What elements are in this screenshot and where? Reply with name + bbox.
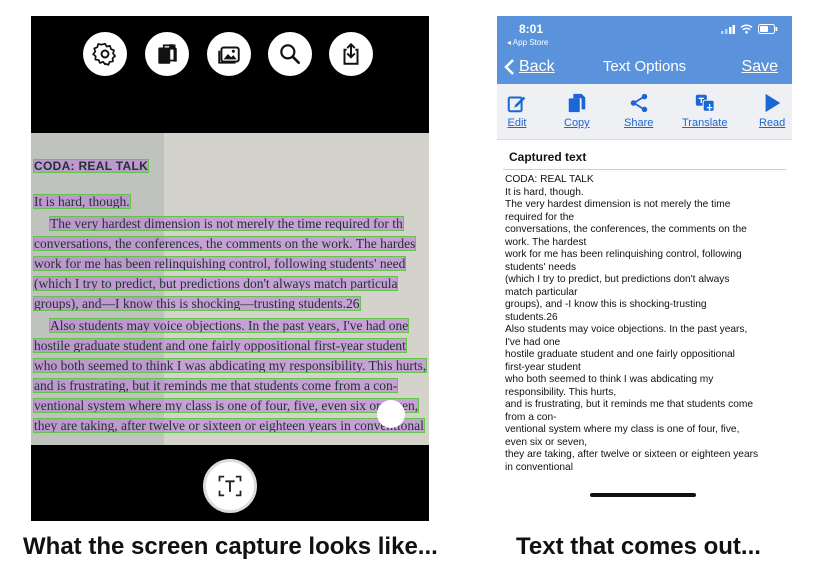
- edit-label: Edit: [507, 117, 527, 129]
- captured-line: CODA: REAL TALK: [505, 174, 594, 185]
- viewfinder-line: (which I try to predict, but predictions…: [33, 276, 399, 291]
- copy-button[interactable]: Copy: [564, 92, 590, 129]
- captured-line: match particular: [505, 286, 578, 298]
- viewfinder-line: The very hardest dimension is not merely…: [49, 216, 404, 231]
- action-bar: Edit Copy Share Translate Read: [497, 84, 792, 140]
- navigation-header: 8:01 ◂ App Store Back Text Options Save: [497, 16, 792, 84]
- read-button[interactable]: Read: [759, 92, 785, 129]
- caption-right: Text that comes out...: [516, 533, 761, 560]
- translate-label: Translate: [682, 117, 728, 129]
- captured-line: (which I try to predict, but predictions…: [505, 274, 730, 285]
- edit-icon: [507, 96, 526, 113]
- viewfinder-line: hostile graduate student and one fairly …: [33, 338, 407, 353]
- viewfinder-line: CODA: REAL TALK: [33, 159, 150, 173]
- captured-line: they are taking, after twelve or sixteen…: [505, 449, 759, 460]
- captured-text-area[interactable]: CODA: REAL TALK It is hard, though. The …: [505, 174, 788, 490]
- viewfinder-line: Also students may voice objections. In t…: [49, 318, 410, 333]
- viewfinder-line: It is hard, though.: [33, 194, 131, 209]
- viewfinder-line: who both seemed to think I was abdicatin…: [33, 358, 428, 373]
- translate-icon: [695, 94, 715, 112]
- viewfinder-line: conversations, the conferences, the comm…: [33, 236, 417, 251]
- wifi-icon: [740, 24, 753, 34]
- camera-viewfinder[interactable]: CODA: REAL TALK It is hard, though. The …: [31, 133, 429, 445]
- photo-icon[interactable]: [207, 32, 251, 76]
- captured-line: students' needs: [505, 261, 577, 273]
- viewfinder-line: and is frustrating, but it reminds me th…: [33, 378, 399, 393]
- status-time: 8:01: [519, 22, 544, 36]
- captured-line: required for the: [505, 211, 575, 223]
- captured-line: work. The hardest: [505, 236, 587, 248]
- text-scan-icon: [218, 475, 242, 497]
- captured-line: and is frustrating, but it reminds me th…: [505, 399, 754, 410]
- status-icons: [721, 24, 778, 34]
- share-upload-icon[interactable]: [329, 32, 373, 76]
- viewfinder-line: ventional system where my class is one o…: [33, 398, 420, 413]
- captured-line: ventional system where my class is one o…: [505, 424, 740, 435]
- captured-line: I've had one: [505, 336, 561, 348]
- translate-button[interactable]: Translate: [682, 92, 727, 129]
- edit-button[interactable]: Edit: [506, 92, 528, 129]
- captured-line: in conventional: [505, 461, 573, 473]
- camera-toolbar: [31, 32, 429, 76]
- gear-icon[interactable]: [83, 32, 127, 76]
- battery-icon: [758, 24, 778, 34]
- viewfinder-line: work for me has been relinquishing contr…: [33, 256, 407, 271]
- captured-line: The very hardest dimension is not merely…: [505, 199, 731, 210]
- viewfinder-line: they are taking, after twelve or sixteen…: [33, 418, 425, 433]
- captured-line: even six or seven,: [505, 436, 588, 448]
- captured-line: first-year student: [505, 361, 581, 373]
- section-title: Captured text: [509, 150, 587, 164]
- save-button[interactable]: Save: [742, 58, 778, 76]
- text-options-screen: 8:01 ◂ App Store Back Text Options Save …: [497, 16, 792, 521]
- capture-text-button[interactable]: [203, 459, 257, 513]
- captured-line: students.26: [505, 311, 558, 323]
- share-label: Share: [624, 117, 654, 129]
- captured-line: hostile graduate student and one fairly …: [505, 349, 735, 360]
- copy-pages-icon[interactable]: [145, 32, 189, 76]
- captured-line: groups), and -I know this is shocking-tr…: [505, 299, 707, 310]
- home-indicator[interactable]: [590, 493, 696, 497]
- captured-line: It is hard, though.: [505, 186, 584, 198]
- captured-line: from a con-: [505, 411, 557, 423]
- captured-line: responsibility. This hurts,: [505, 386, 617, 398]
- focus-dot[interactable]: [377, 400, 405, 428]
- captured-line: who both seemed to think I was abdicatin…: [505, 374, 714, 385]
- copy-label: Copy: [564, 117, 590, 129]
- copy-icon: [568, 93, 586, 113]
- camera-screen: CODA: REAL TALK It is hard, though. The …: [31, 16, 429, 521]
- captured-line: work for me has been relinquishing contr…: [505, 249, 742, 260]
- section-divider: [503, 169, 786, 170]
- play-icon: [765, 93, 781, 113]
- viewfinder-line: groups), and—I know this is shocking—tru…: [33, 296, 361, 311]
- captured-line: Also students may voice objections. In t…: [505, 324, 748, 335]
- magnifier-icon[interactable]: [268, 32, 312, 76]
- read-label: Read: [759, 117, 786, 129]
- signal-icon: [721, 24, 735, 34]
- caption-left: What the screen capture looks like...: [23, 533, 438, 560]
- back-to-app-store[interactable]: ◂ App Store: [507, 38, 548, 47]
- share-icon: [630, 93, 647, 113]
- share-button[interactable]: Share: [624, 92, 653, 129]
- captured-line: conversations, the conferences, the comm…: [505, 224, 747, 235]
